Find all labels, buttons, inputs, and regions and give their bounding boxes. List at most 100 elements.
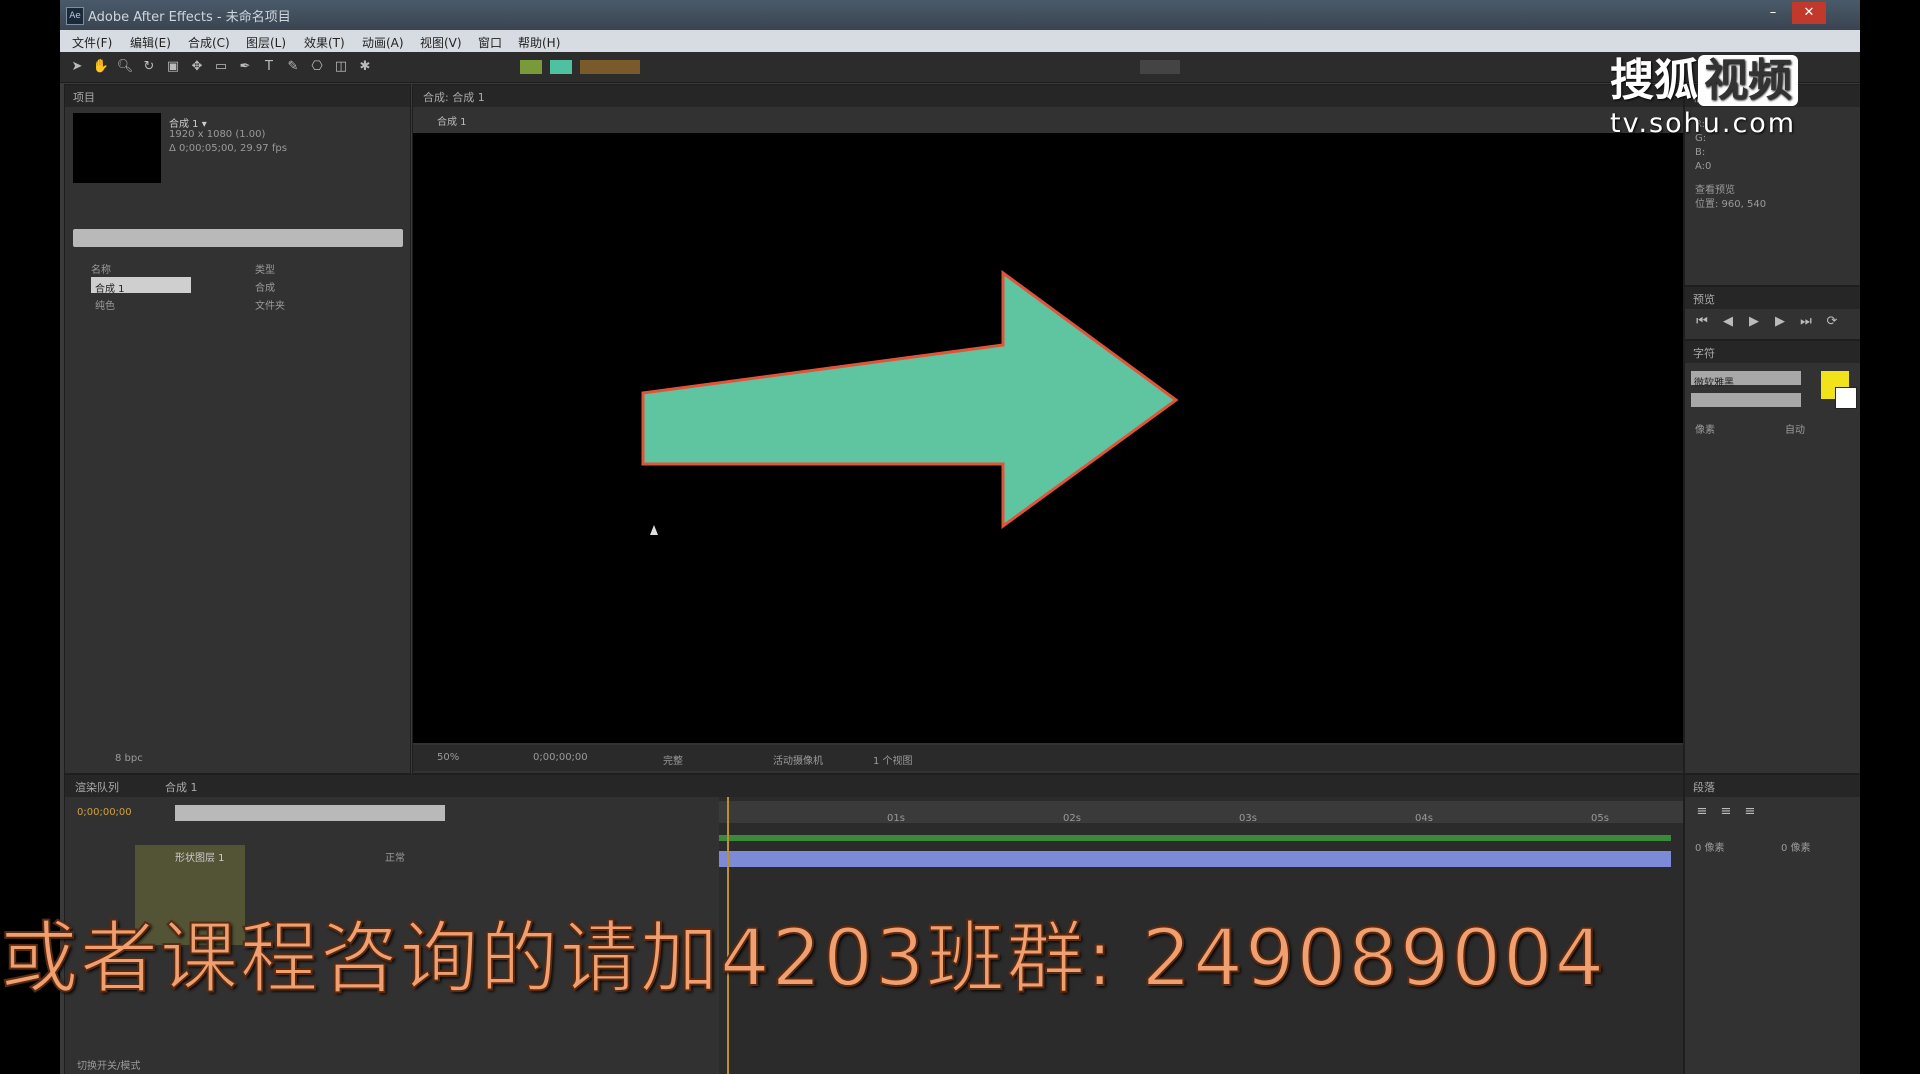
comp-info-size: 1920 x 1080 (1.00) <box>169 129 266 140</box>
font-family-select[interactable]: 微软雅黑 <box>1691 371 1801 389</box>
zoom-level[interactable]: 50% <box>437 752 459 763</box>
leading-field[interactable]: 自动 <box>1785 421 1805 436</box>
menu-edit[interactable]: 编辑(E) <box>130 34 171 51</box>
logo-box-text: 视频 <box>1698 55 1798 106</box>
tab-project[interactable]: 项目 <box>73 89 95 105</box>
preview-tab-bar: 预览 <box>1685 287 1860 309</box>
tab-preview[interactable]: 预览 <box>1693 291 1715 307</box>
first-frame-icon[interactable]: ⏮ <box>1693 313 1711 331</box>
tick-label: 03s <box>1239 813 1257 824</box>
fill-color-swatch[interactable] <box>520 60 542 74</box>
menu-help[interactable]: 帮助(H) <box>518 34 560 51</box>
space-field[interactable]: 0 像素 <box>1781 839 1811 854</box>
camera-tool-icon[interactable]: ▣ <box>164 58 182 76</box>
info-line-1: 查看预览 <box>1695 185 1735 196</box>
font-family-label: 微软雅黑 <box>1694 378 1734 389</box>
timeline-search-input[interactable] <box>175 805 445 821</box>
font-size-field[interactable]: 像素 <box>1695 421 1715 436</box>
text-tool-icon[interactable]: T <box>260 58 278 76</box>
preview-panel: 预览 ⏮ ◀ ▶ ▶ ⏭ ⟳ <box>1684 286 1860 340</box>
watermark-url: tv.sohu.com <box>1610 108 1797 139</box>
arrow-shape-svg <box>641 270 1179 535</box>
sohu-watermark: 搜狐 视频 tv.sohu.com <box>1610 44 1850 144</box>
composition-panel: 合成: 合成 1 合成 1 50% 0;00;00;00 完整 活动摄像机 1 … <box>412 84 1684 774</box>
project-panel: 项目 合成 1 ▾ 1920 x 1080 (1.00) Δ 0;00;05;0… <box>64 84 411 774</box>
hand-tool-icon[interactable]: ✋ <box>92 58 110 76</box>
eraser-tool-icon[interactable]: ◫ <box>332 58 350 76</box>
pen-tool-icon[interactable]: ✒ <box>236 58 254 76</box>
last-frame-icon[interactable]: ⏭ <box>1797 313 1815 331</box>
tick-label: 02s <box>1063 813 1081 824</box>
comp-info-duration: Δ 0;00;05;00, 29.97 fps <box>169 143 287 154</box>
list-item[interactable]: 合成 1 <box>91 277 191 295</box>
composition-canvas[interactable] <box>413 133 1683 743</box>
menu-effect[interactable]: 效果(T) <box>304 34 345 51</box>
pan-tool-icon[interactable]: ✥ <box>188 58 206 76</box>
time-ruler[interactable]: 01s 02s 03s 04s 05s <box>719 801 1683 824</box>
prev-frame-icon[interactable]: ◀ <box>1719 313 1737 331</box>
align-left-icon[interactable]: ≡ <box>1693 803 1711 821</box>
tab-character[interactable]: 字符 <box>1693 345 1715 361</box>
paragraph-tab-bar: 段落 <box>1685 775 1860 797</box>
puppet-tool-icon[interactable]: ✱ <box>356 58 374 76</box>
timeline-current-time[interactable]: 0;00;00;00 <box>77 807 132 818</box>
stroke-color-swatch[interactable] <box>1835 387 1857 409</box>
menu-animation[interactable]: 动画(A) <box>362 34 404 51</box>
play-icon[interactable]: ▶ <box>1745 313 1763 331</box>
tab-comp-timeline[interactable]: 合成 1 <box>165 779 198 795</box>
loop-icon[interactable]: ⟳ <box>1823 313 1841 331</box>
resolution-select[interactable]: 完整 <box>663 752 683 767</box>
mask-tool-icon[interactable]: ▭ <box>212 58 230 76</box>
timeline-tab-bar: 渲染队列 合成 1 <box>65 775 1683 797</box>
list-item-label[interactable]: 纯色 <box>95 297 115 312</box>
menu-composition[interactable]: 合成(C) <box>188 34 230 51</box>
menu-view[interactable]: 视图(V) <box>420 34 462 51</box>
font-style-select[interactable] <box>1691 393 1801 407</box>
camera-select[interactable]: 活动摄像机 <box>773 752 823 767</box>
list-item-type: 文件夹 <box>255 301 285 312</box>
info-line-2: 位置: 960, 540 <box>1695 199 1767 210</box>
work-area-bar[interactable] <box>719 835 1671 841</box>
close-icon[interactable]: ✕ <box>1792 2 1826 24</box>
brush-tool-icon[interactable]: ✎ <box>284 58 302 76</box>
menu-layer[interactable]: 图层(L) <box>246 34 286 51</box>
zoom-tool-icon[interactable]: 🔍︎ <box>116 58 134 76</box>
rotate-tool-icon[interactable]: ↻ <box>140 58 158 76</box>
viewer-timecode[interactable]: 0;00;00;00 <box>533 752 588 763</box>
tab-paragraph[interactable]: 段落 <box>1693 779 1715 795</box>
stamp-tool-icon[interactable]: ⎔ <box>308 58 326 76</box>
layer-mode[interactable]: 正常 <box>385 849 405 864</box>
sohu-logo: 搜狐 视频 <box>1610 44 1798 108</box>
title-bar: Ae Adobe After Effects - 未命名项目 – ✕ <box>60 0 1860 30</box>
menu-window[interactable]: 窗口 <box>478 34 502 51</box>
next-frame-icon[interactable]: ▶ <box>1771 313 1789 331</box>
bit-depth[interactable]: 8 bpc <box>115 753 143 764</box>
menu-file[interactable]: 文件(F) <box>72 34 112 51</box>
minimize-icon[interactable]: – <box>1756 2 1790 24</box>
cursor-icon <box>650 525 658 535</box>
stroke-width-field[interactable] <box>580 60 640 74</box>
window-title: Adobe After Effects - 未命名项目 <box>88 10 291 25</box>
info-a: A:0 <box>1695 161 1712 172</box>
project-search-input[interactable] <box>73 229 403 247</box>
tab-composition[interactable]: 合成: 合成 1 <box>423 89 485 105</box>
toggle-switches-modes[interactable]: 切换开关/模式 <box>77 1057 140 1072</box>
comp-subtab[interactable]: 合成 1 <box>437 113 467 128</box>
selection-tool-icon[interactable]: ➤ <box>68 58 86 76</box>
character-tab-bar: 字符 <box>1685 341 1860 363</box>
indent-field[interactable]: 0 像素 <box>1695 839 1725 854</box>
tools-bar: ➤ ✋ 🔍︎ ↻ ▣ ✥ ▭ ✒ T ✎ ⎔ ◫ ✱ <box>60 52 1860 83</box>
stroke-color-swatch[interactable] <box>550 60 572 74</box>
align-center-icon[interactable]: ≡ <box>1717 803 1735 821</box>
tab-render-queue[interactable]: 渲染队列 <box>75 779 119 795</box>
column-type[interactable]: 类型 <box>255 261 275 276</box>
column-name[interactable]: 名称 <box>91 261 111 276</box>
video-subtitle: 或者课程咨询的请加4203班群: 249089004 <box>0 913 1607 1005</box>
workspace-menu[interactable] <box>1140 60 1180 74</box>
app-icon: Ae <box>66 7 84 25</box>
layer-name[interactable]: 形状图层 1 <box>175 849 225 864</box>
align-right-icon[interactable]: ≡ <box>1741 803 1759 821</box>
views-select[interactable]: 1 个视图 <box>873 752 913 767</box>
arrow-shape[interactable] <box>641 270 1179 529</box>
layer-duration-bar[interactable] <box>719 851 1671 867</box>
